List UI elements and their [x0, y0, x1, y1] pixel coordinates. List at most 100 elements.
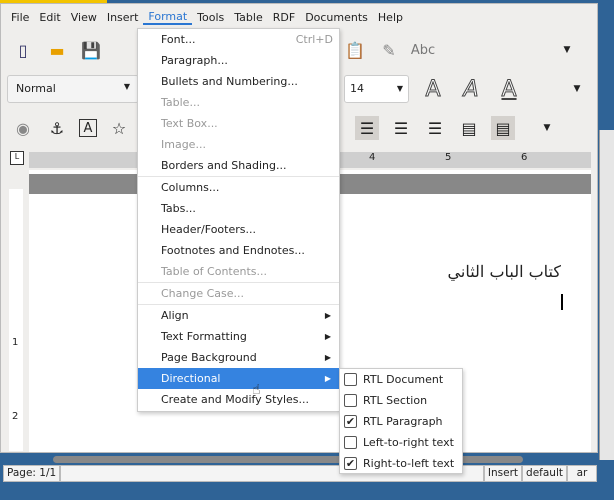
ruler-tick: 5: [445, 152, 452, 163]
menu-item-label: Image...: [161, 138, 206, 151]
menu-item-footnotes-and-endnotes[interactable]: Footnotes and Endnotes...: [138, 240, 339, 261]
language-status: ar: [567, 465, 597, 482]
paste-icon[interactable]: 📋: [343, 38, 367, 62]
menu-item-label: Create and Modify Styles...: [161, 393, 310, 406]
menu-item-label: Tabs...: [161, 202, 196, 215]
shortcut-label: Ctrl+D: [295, 33, 333, 46]
menu-item-paragraph[interactable]: Paragraph...: [138, 50, 339, 71]
new-document-icon[interactable]: ▯: [11, 38, 35, 62]
menu-item-image: Image...: [138, 134, 339, 155]
checkbox[interactable]: ✔: [344, 457, 357, 470]
menu-item-create-and-modify-styles[interactable]: Create and Modify Styles...: [138, 389, 339, 410]
submenu-arrow-icon: ▶: [324, 332, 331, 341]
toolbar-overflow-icon[interactable]: ▼: [565, 77, 589, 101]
submenu-item-label: RTL Section: [363, 394, 428, 407]
menu-item-label: Text Formatting: [161, 330, 247, 343]
submenu-item-right-to-left-text[interactable]: ✔ Right-to-left text: [340, 453, 462, 474]
menu-rdf[interactable]: RDF: [268, 11, 300, 24]
menu-file[interactable]: File: [6, 11, 34, 24]
ltr-icon[interactable]: ▤: [457, 116, 481, 140]
format-menu: Font... Ctrl+D Paragraph... Bullets and Num…: [137, 28, 340, 412]
ruler-tick: 6: [521, 152, 528, 163]
tab-type-icon[interactable]: L: [10, 151, 24, 165]
menu-item-font[interactable]: Font... Ctrl+D: [138, 29, 339, 50]
menu-item-label: Paragraph...: [161, 54, 228, 67]
menu-tools[interactable]: Tools: [192, 11, 229, 24]
ruler-tick: 4: [369, 152, 376, 163]
toolbar-overflow-icon[interactable]: ▼: [535, 116, 559, 140]
menu-insert[interactable]: Insert: [102, 11, 144, 24]
submenu-item-rtl-document[interactable]: RTL Document: [340, 369, 462, 390]
submenu-item-label: RTL Paragraph: [363, 415, 443, 428]
align-justify-icon[interactable]: ☰: [423, 116, 447, 140]
hand-cursor-icon: ☝: [252, 382, 261, 398]
spellcheck-icon[interactable]: Abc: [411, 38, 435, 62]
submenu-item-label: Right-to-left text: [363, 457, 455, 470]
status-bar: Page: 1/1 Insert default ar: [3, 465, 597, 482]
checkbox[interactable]: [344, 373, 357, 386]
background-window: [599, 130, 614, 460]
hyperlink-icon[interactable]: ◉: [11, 116, 35, 140]
ruler-tick: 2: [12, 411, 19, 422]
menu-item-label: Bullets and Numbering...: [161, 75, 298, 88]
submenu-item-rtl-paragraph[interactable]: ✔ RTL Paragraph: [340, 411, 462, 432]
menu-item-header-footers[interactable]: Header/Footers...: [138, 219, 339, 240]
menu-table[interactable]: Table: [229, 11, 267, 24]
italic-icon[interactable]: A: [459, 76, 483, 102]
menu-help[interactable]: Help: [373, 11, 408, 24]
align-center-icon[interactable]: ☰: [355, 116, 379, 140]
menu-item-tabs[interactable]: Tabs...: [138, 198, 339, 219]
menu-item-label: Directional: [161, 372, 221, 385]
style-value: Normal: [16, 82, 56, 95]
submenu-item-left-to-right-text[interactable]: Left-to-right text: [340, 432, 462, 453]
submenu-item-rtl-section[interactable]: RTL Section: [340, 390, 462, 411]
menu-item-label: Font...: [161, 33, 196, 46]
style-status: default: [522, 465, 567, 482]
open-folder-icon[interactable]: ▬: [45, 38, 69, 62]
insert-mode-status: Insert: [483, 465, 523, 482]
menu-item-label: Header/Footers...: [161, 223, 256, 236]
document-text[interactable]: كتاب الباب الثاني: [448, 262, 561, 281]
text-box-icon[interactable]: A: [79, 119, 97, 137]
checkbox[interactable]: ✔: [344, 415, 357, 428]
checkbox[interactable]: [344, 436, 357, 449]
checkbox[interactable]: [344, 394, 357, 407]
menu-item-label: Align: [161, 309, 189, 322]
menu-item-directional[interactable]: Directional ▶: [138, 368, 339, 389]
font-size-select[interactable]: 14 ▼: [344, 75, 409, 103]
underline-icon[interactable]: A: [497, 76, 521, 102]
menu-item-label: Table of Contents...: [161, 265, 268, 278]
style-select[interactable]: Normal ▼: [7, 75, 139, 103]
font-size-value: 14: [350, 82, 364, 95]
text-caret: [561, 294, 563, 310]
rtl-icon[interactable]: ▤: [491, 116, 515, 140]
submenu-arrow-icon: ▶: [324, 353, 331, 362]
menu-item-table: Table...: [138, 92, 339, 113]
menubar: File Edit View Insert Format Tools Table…: [1, 5, 597, 29]
toolbar-overflow-icon[interactable]: ▼: [555, 38, 579, 62]
menu-item-borders-and-shading[interactable]: Borders and Shading...: [138, 155, 339, 176]
menu-item-label: Borders and Shading...: [161, 159, 287, 172]
menu-format[interactable]: Format: [143, 10, 193, 25]
menu-documents[interactable]: Documents: [300, 11, 373, 24]
menu-item-label: Text Box...: [161, 117, 218, 130]
bookmark-icon[interactable]: ⚓: [45, 116, 69, 140]
symbol-icon[interactable]: ☆: [107, 116, 131, 140]
save-icon[interactable]: 💾: [79, 38, 103, 62]
submenu-item-label: RTL Document: [363, 373, 444, 386]
menu-item-page-background[interactable]: Page Background ▶: [138, 347, 339, 368]
align-right-icon[interactable]: ☰: [389, 116, 413, 140]
directional-submenu: RTL Document RTL Section ✔ RTL Paragraph Lef…: [339, 368, 463, 474]
vertical-ruler[interactable]: 1 2: [9, 189, 23, 451]
menu-item-label: Change Case...: [161, 287, 245, 300]
menu-view[interactable]: View: [66, 11, 102, 24]
format-painter-icon[interactable]: ✎: [377, 38, 401, 62]
menu-item-text-formatting[interactable]: Text Formatting ▶: [138, 326, 339, 347]
menu-item-align[interactable]: Align ▶: [138, 305, 339, 326]
menu-item-bullets-and-numbering[interactable]: Bullets and Numbering...: [138, 71, 339, 92]
menu-item-columns[interactable]: Columns...: [138, 177, 339, 198]
menu-edit[interactable]: Edit: [34, 11, 65, 24]
menu-item-label: Columns...: [161, 181, 220, 194]
bold-icon[interactable]: A: [421, 76, 445, 102]
menu-item-change-case: Change Case...: [138, 283, 339, 304]
